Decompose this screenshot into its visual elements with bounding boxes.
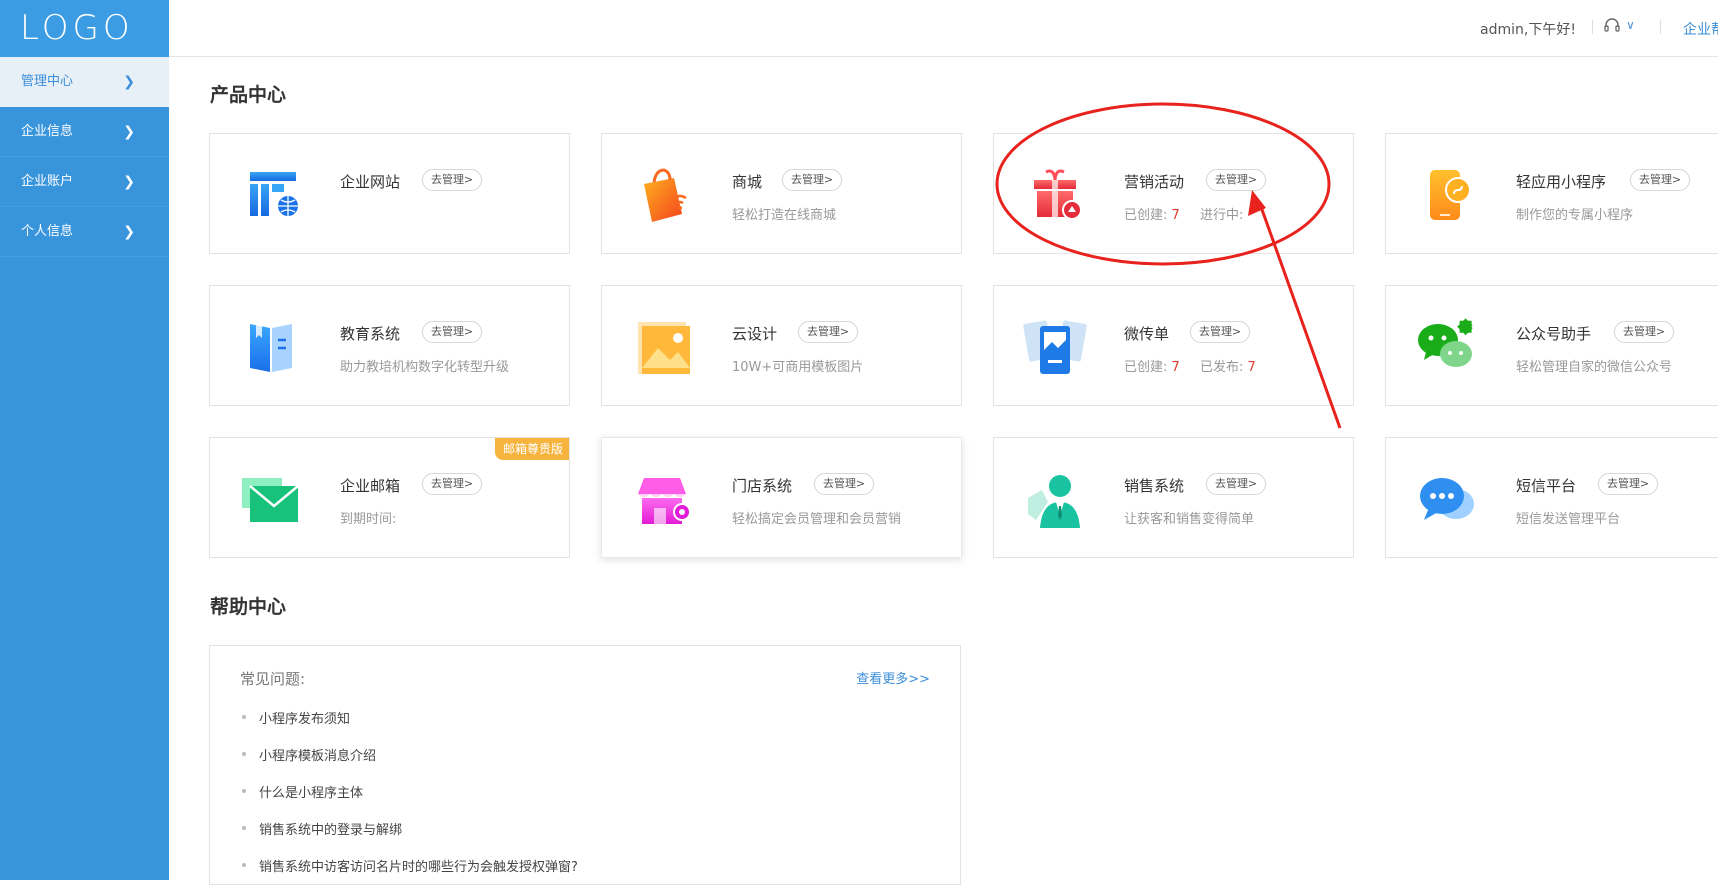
help-panel: 常见问题: 查看更多>> 小程序发布须知 小程序模板消息介绍 什么是小程序主体 … xyxy=(209,645,961,885)
product-card-website[interactable]: 企业网站 去管理> xyxy=(209,133,570,254)
manage-button[interactable]: 去管理> xyxy=(814,473,875,495)
product-name: 销售系统 xyxy=(1124,477,1185,495)
stat-value: 7 xyxy=(1247,360,1256,375)
product-desc: 轻松打造在线商城 xyxy=(732,208,837,223)
manage-button[interactable]: 去管理> xyxy=(1598,473,1659,495)
chat-bubble-icon xyxy=(1420,478,1474,520)
product-name: 商城 xyxy=(732,173,763,191)
product-card-miniprogram[interactable]: 轻应用小程序 去管理> 制作您的专属小程序 xyxy=(1385,133,1718,254)
product-card-sms[interactable]: 短信平台 去管理> 短信发送管理平台 xyxy=(1385,437,1718,558)
sidebar-item-label: 企业账户 xyxy=(21,174,74,189)
manage-button[interactable]: 去管理> xyxy=(422,321,483,343)
chevron-right-icon: ❯ xyxy=(123,74,135,90)
product-stats: 已创建: 7 已发布: 7 xyxy=(1124,356,1256,375)
manage-button[interactable]: 去管理> xyxy=(1630,169,1691,191)
product-name: 营销活动 xyxy=(1124,173,1185,191)
book-icon xyxy=(250,324,292,372)
sidebar: LOGO 管理中心 ❯ 企业信息 ❯ 企业账户 ❯ 个人信息 ❯ xyxy=(0,0,169,880)
gift-icon xyxy=(1034,169,1082,220)
faq-list: 小程序发布须知 小程序模板消息介绍 什么是小程序主体 销售系统中的登录与解绑 销… xyxy=(240,708,578,893)
product-card-official-account[interactable]: 公众号助手 去管理> 轻松管理自家的微信公众号 xyxy=(1385,285,1718,406)
salesperson-icon xyxy=(1028,475,1080,528)
product-card-mail[interactable]: 邮箱尊贵版 企业邮箱 去管理> 到期时间: xyxy=(209,437,570,558)
product-desc: 轻松搞定会员管理和会员营销 xyxy=(732,512,902,527)
faq-item[interactable]: 销售系统中的登录与解绑 xyxy=(240,819,578,856)
product-desc: 让获客和销售变得简单 xyxy=(1124,512,1255,527)
product-card-store[interactable]: 门店系统 去管理> 轻松搞定会员管理和会员营销 xyxy=(601,437,962,558)
header-divider xyxy=(1660,20,1661,34)
stat-value: 7 xyxy=(1171,360,1180,375)
stat-label: 已创建: xyxy=(1124,360,1168,375)
product-name: 门店系统 xyxy=(732,477,793,495)
faq-item[interactable]: 销售系统中访客访问名片时的哪些行为会触发授权弹窗? xyxy=(240,856,578,893)
product-card-cloud-design[interactable]: 云设计 去管理> 10W+可商用模板图片 xyxy=(601,285,962,406)
product-desc: 轻松管理自家的微信公众号 xyxy=(1516,360,1673,375)
chevron-right-icon: ❯ xyxy=(123,124,135,140)
wechat-icon xyxy=(1418,318,1480,367)
enterprise-link[interactable]: 企业帮 xyxy=(1683,19,1718,39)
product-name: 企业邮箱 xyxy=(340,477,401,495)
product-card-education[interactable]: 教育系统 去管理> 助力教培机构数字化转型升级 xyxy=(209,285,570,406)
product-name: 云设计 xyxy=(732,325,778,343)
chevron-down-icon[interactable]: ∨ xyxy=(1626,18,1635,32)
stat-label: 已发布: xyxy=(1199,360,1244,375)
miniprogram-phone-icon xyxy=(1430,170,1471,220)
product-desc: 助力教培机构数字化转型升级 xyxy=(340,360,510,375)
product-name: 微传单 xyxy=(1124,325,1170,343)
sidebar-item-label: 个人信息 xyxy=(21,224,74,239)
faq-item[interactable]: 什么是小程序主体 xyxy=(240,782,578,819)
premium-badge: 邮箱尊贵版 xyxy=(494,438,569,460)
section-title-products: 产品中心 xyxy=(210,84,287,106)
product-desc: 到期时间: xyxy=(340,512,397,527)
manage-button[interactable]: 去管理> xyxy=(1190,321,1251,343)
manage-button[interactable]: 去管理> xyxy=(1614,321,1675,343)
stat-label: 已创建: xyxy=(1124,208,1168,223)
website-icon xyxy=(250,172,300,218)
product-card-sales[interactable]: 销售系统 去管理> 让获客和销售变得简单 xyxy=(993,437,1354,558)
manage-button[interactable]: 去管理> xyxy=(798,321,859,343)
sidebar-item-company-info[interactable]: 企业信息 ❯ xyxy=(0,107,169,157)
product-name: 轻应用小程序 xyxy=(1516,173,1607,191)
manage-button[interactable]: 去管理> xyxy=(422,473,483,495)
flyer-icon xyxy=(1023,320,1087,374)
store-icon xyxy=(638,478,691,524)
product-card-marketing[interactable]: 营销活动 去管理> 已创建: 7 进行中: xyxy=(993,133,1354,254)
chevron-right-icon: ❯ xyxy=(123,174,135,190)
header-divider xyxy=(1592,20,1593,34)
stat-value: 7 xyxy=(1171,208,1180,223)
product-desc: 制作您的专属小程序 xyxy=(1516,208,1634,223)
headset-icon[interactable] xyxy=(1604,17,1620,35)
product-card-flyer[interactable]: 微传单 去管理> 已创建: 7 已发布: 7 xyxy=(993,285,1354,406)
manage-button[interactable]: 去管理> xyxy=(1206,169,1267,191)
product-desc: 短信发送管理平台 xyxy=(1516,512,1621,527)
sidebar-item-personal-info[interactable]: 个人信息 ❯ xyxy=(0,207,169,257)
sidebar-nav: 管理中心 ❯ 企业信息 ❯ 企业账户 ❯ 个人信息 ❯ xyxy=(0,57,169,257)
product-desc: 10W+可商用模板图片 xyxy=(732,360,864,375)
sidebar-item-management-center[interactable]: 管理中心 ❯ xyxy=(0,57,169,107)
sidebar-item-company-account[interactable]: 企业账户 ❯ xyxy=(0,157,169,207)
manage-button[interactable]: 去管理> xyxy=(1206,473,1267,495)
chevron-right-icon: ❯ xyxy=(123,224,135,240)
faq-title: 常见问题: xyxy=(240,670,306,688)
sidebar-item-label: 管理中心 xyxy=(21,74,74,89)
shopping-bag-icon xyxy=(644,168,687,222)
logo: LOGO xyxy=(0,0,169,57)
sidebar-item-label: 企业信息 xyxy=(21,124,74,139)
product-name: 教育系统 xyxy=(340,325,401,343)
manage-button[interactable]: 去管理> xyxy=(422,169,483,191)
manage-button[interactable]: 去管理> xyxy=(782,169,843,191)
view-more-link[interactable]: 查看更多>> xyxy=(856,668,930,687)
stat-label: 进行中: xyxy=(1199,208,1244,223)
greeting-text: admin,下午好! xyxy=(1480,22,1576,38)
product-stats: 已创建: 7 进行中: xyxy=(1124,204,1243,223)
faq-item[interactable]: 小程序模板消息介绍 xyxy=(240,745,578,782)
product-card-mall[interactable]: 商城 去管理> 轻松打造在线商城 xyxy=(601,133,962,254)
image-icon xyxy=(638,322,690,374)
product-name: 公众号助手 xyxy=(1516,325,1592,343)
section-title-help: 帮助中心 xyxy=(210,596,287,618)
product-name: 短信平台 xyxy=(1516,477,1577,495)
faq-item[interactable]: 小程序发布须知 xyxy=(240,708,578,745)
envelope-icon xyxy=(242,478,299,522)
product-name: 企业网站 xyxy=(340,173,401,191)
